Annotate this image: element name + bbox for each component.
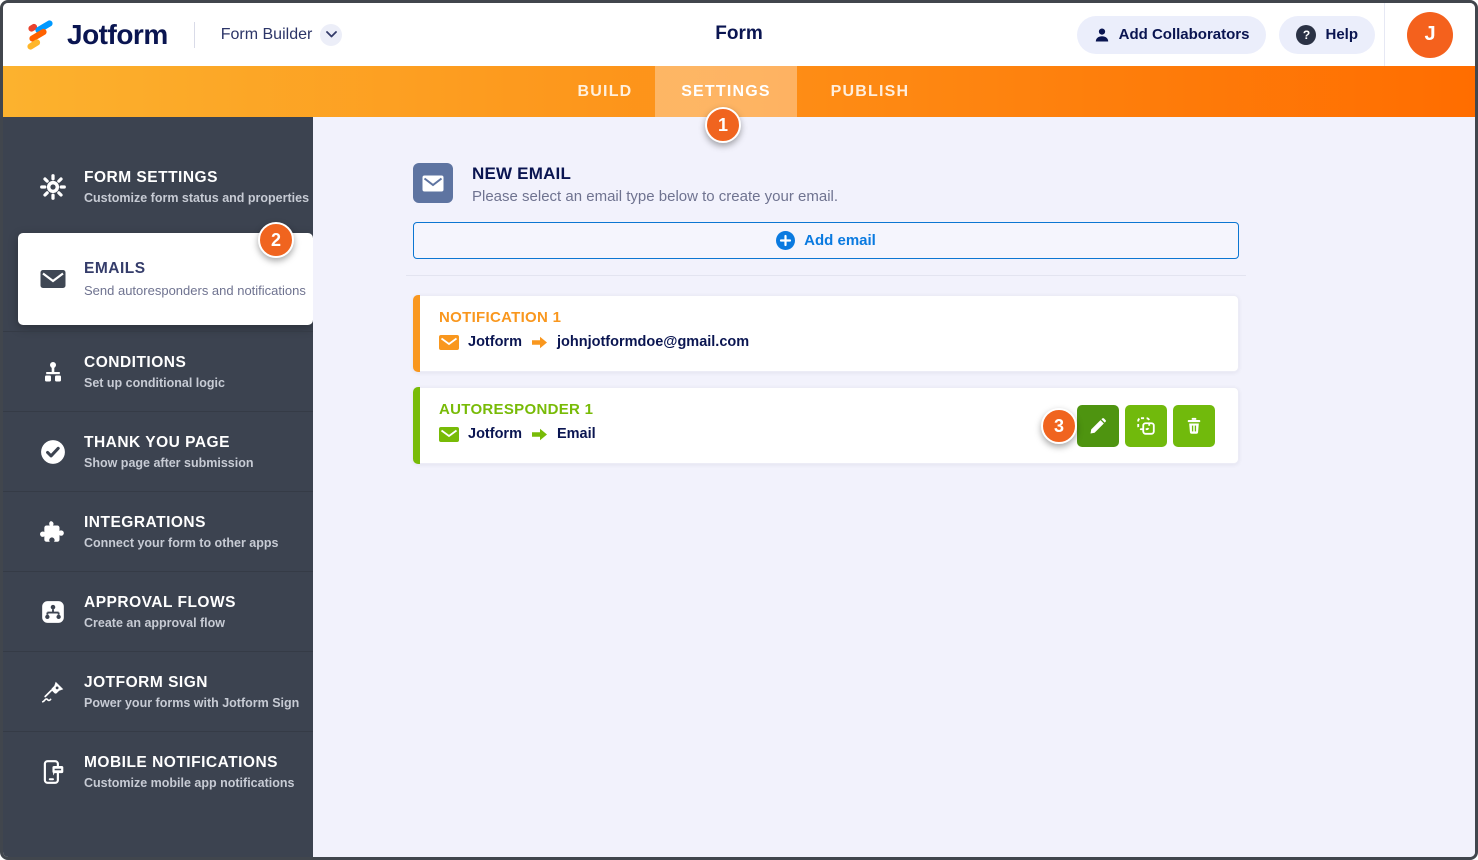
new-email-envelope-icon [413,163,453,203]
sidebar-item-label: FORM SETTINGS [84,169,218,186]
product-label: Form Builder [220,25,313,43]
person-icon [1094,27,1110,43]
edit-pencil-icon [1088,416,1108,436]
envelope-icon [439,334,459,350]
chevron-down-icon [320,23,343,46]
delete-email-button[interactable] [1173,405,1215,447]
sidebar-item-description: Power your forms with Jotform Sign [84,695,300,710]
avatar[interactable]: J [1407,11,1453,58]
sidebar-item-description: Set up conditional logic [84,375,225,390]
sidebar-item-label: CONDITIONS [84,353,187,371]
email-card-autoresponder[interactable]: AUTORESPONDER 1 Jotform Email 3 [413,387,1239,464]
avatar-zone: J [1384,3,1475,66]
envelope-icon [439,426,459,442]
email-card-notification[interactable]: NOTIFICATION 1 Jotform johnjotformdoe@gm… [413,295,1239,372]
sidebar-item-form-settings[interactable]: FORM SETTINGS Customize form status and … [3,147,313,227]
sidebar-item-mobile-notifications[interactable]: MOBILE NOTIFICATIONS Customize mobile ap… [3,731,313,811]
sidebar-item-thank-you-page[interactable]: THANK YOU PAGE Show page after submissio… [3,411,313,491]
app-window: Jotform Form Builder Form Add Collaborat… [0,0,1478,860]
plus-circle-icon [776,231,796,250]
new-email-title: NEW EMAIL [472,164,572,183]
question-mark-icon: ? [1296,24,1317,45]
sidebar-item-label: JOTFORM SIGN [84,673,208,691]
product-switcher[interactable]: Form Builder [220,23,343,46]
sitemap-icon [39,360,67,384]
approval-flow-icon [39,599,67,625]
new-email-header: NEW EMAIL Please select an email type be… [413,163,1239,205]
page-title: Form [715,22,763,44]
step-badge-3: 3 [1041,408,1077,444]
header-divider [193,21,195,48]
jotform-logo-icon[interactable] [23,18,57,52]
sidebar-item-label: INTEGRATIONS [84,513,206,531]
sidebar-item-description: Send autoresponders and notifications [84,283,306,298]
sidebar-item-label: MOBILE NOTIFICATIONS [84,753,278,771]
edit-email-button[interactable] [1077,405,1119,447]
gear-icon [39,174,67,200]
email-card-title: NOTIFICATION 1 [439,309,562,326]
sidebar-item-jotform-sign[interactable]: JOTFORM SIGN Power your forms with Jotfo… [3,651,313,731]
builder-navbar: BUILD SETTINGS PUBLISH [3,66,1475,117]
sidebar-item-description: Customize mobile app notifications [84,775,295,790]
emails-settings-panel: NEW EMAIL Please select an email type be… [313,117,1475,857]
sidebar-item-integrations[interactable]: INTEGRATIONS Connect your form to other … [3,491,313,571]
sidebar-item-description: Connect your form to other apps [84,535,279,550]
top-header: Jotform Form Builder Form Add Collaborat… [3,3,1475,66]
puzzle-icon [39,519,67,545]
duplicate-icon [1135,415,1157,437]
email-from: Jotform [468,426,522,442]
help-button[interactable]: ? Help [1279,15,1375,54]
settings-sidebar: FORM SETTINGS Customize form status and … [3,117,313,857]
tab-publish[interactable]: PUBLISH [797,66,943,117]
sidebar-item-description: Create an approval flow [84,615,226,630]
email-to: Email [556,426,596,442]
signature-pen-icon [39,679,67,705]
add-collaborators-label: Add Collaborators [1118,26,1250,43]
section-divider [406,275,1246,276]
step-badge-2: 2 [258,222,294,258]
mobile-phone-icon [39,759,67,785]
help-label: Help [1325,26,1358,43]
duplicate-email-button[interactable] [1125,405,1167,447]
new-email-subtitle: Please select an email type below to cre… [472,188,839,205]
add-email-button[interactable]: Add email [413,222,1239,259]
arrow-right-icon [531,335,548,350]
check-circle-icon [39,439,67,465]
sidebar-item-approval-flows[interactable]: APPROVAL FLOWS Create an approval flow [3,571,313,651]
email-to: johnjotformdoe@gmail.com [556,334,750,350]
tab-build[interactable]: BUILD [555,66,655,117]
envelope-icon [39,269,67,289]
sidebar-item-conditions[interactable]: CONDITIONS Set up conditional logic [3,331,313,411]
brand-wordmark[interactable]: Jotform [67,19,168,51]
arrow-right-icon [531,427,548,442]
notification-accent-bar [413,295,420,372]
sidebar-item-label: APPROVAL FLOWS [84,593,236,611]
step-badge-1: 1 [705,107,741,143]
sidebar-item-label: EMAILS [84,260,146,277]
sidebar-item-label: THANK YOU PAGE [84,433,230,451]
trash-icon [1184,416,1204,436]
sidebar-item-description: Customize form status and properties [84,191,310,205]
autoresponder-accent-bar [413,387,420,464]
add-email-label: Add email [804,232,876,249]
email-from: Jotform [468,334,522,350]
add-collaborators-button[interactable]: Add Collaborators [1076,15,1267,54]
sidebar-item-description: Show page after submission [84,455,254,470]
